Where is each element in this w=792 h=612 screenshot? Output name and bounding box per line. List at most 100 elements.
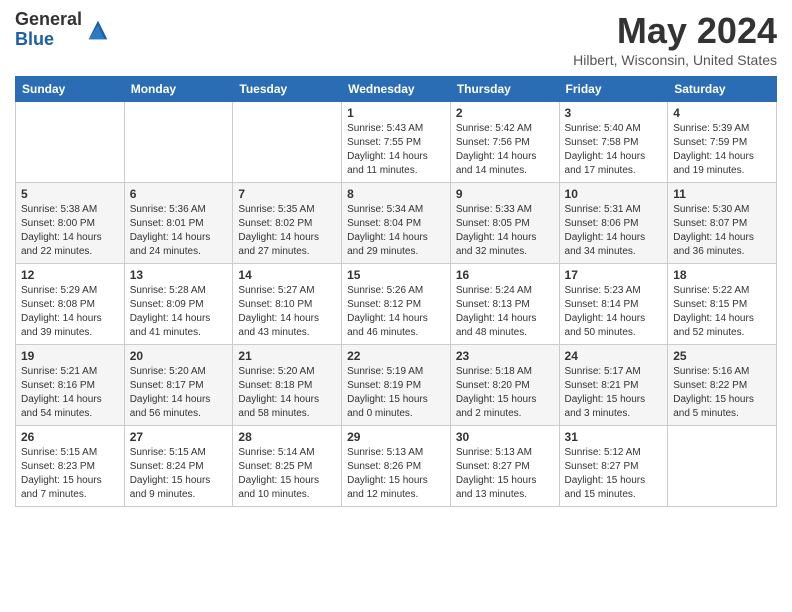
location: Hilbert, Wisconsin, United States: [573, 52, 777, 68]
day-number: 20: [130, 349, 228, 363]
day-number: 27: [130, 430, 228, 444]
day-number: 18: [673, 268, 771, 282]
calendar-cell: 13 Sunrise: 5:28 AM Sunset: 8:09 PM Dayli…: [124, 264, 233, 345]
calendar-body: 1 Sunrise: 5:43 AM Sunset: 7:55 PM Daylig…: [16, 102, 777, 507]
day-info: Sunrise: 5:16 AM Sunset: 8:22 PM Dayligh…: [673, 365, 771, 421]
calendar-header: SundayMondayTuesdayWednesdayThursdayFrid…: [16, 77, 777, 102]
calendar-cell: 14 Sunrise: 5:27 AM Sunset: 8:10 PM Dayli…: [233, 264, 342, 345]
day-info: Sunrise: 5:13 AM Sunset: 8:26 PM Dayligh…: [347, 446, 445, 502]
day-number: 11: [673, 187, 771, 201]
day-info: Sunrise: 5:20 AM Sunset: 8:18 PM Dayligh…: [238, 365, 336, 421]
day-info: Sunrise: 5:43 AM Sunset: 7:55 PM Dayligh…: [347, 122, 445, 178]
calendar-cell: 9 Sunrise: 5:33 AM Sunset: 8:05 PM Daylig…: [450, 183, 559, 264]
day-number: 10: [565, 187, 663, 201]
calendar-cell: 17 Sunrise: 5:23 AM Sunset: 8:14 PM Dayli…: [559, 264, 668, 345]
calendar-table: SundayMondayTuesdayWednesdayThursdayFrid…: [15, 76, 777, 507]
day-info: Sunrise: 5:20 AM Sunset: 8:17 PM Dayligh…: [130, 365, 228, 421]
header-day: Wednesday: [342, 77, 451, 102]
calendar-cell: 6 Sunrise: 5:36 AM Sunset: 8:01 PM Daylig…: [124, 183, 233, 264]
day-info: Sunrise: 5:33 AM Sunset: 8:05 PM Dayligh…: [456, 203, 554, 259]
logo-general: General: [15, 10, 82, 30]
calendar-week-row: 5 Sunrise: 5:38 AM Sunset: 8:00 PM Daylig…: [16, 183, 777, 264]
day-info: Sunrise: 5:34 AM Sunset: 8:04 PM Dayligh…: [347, 203, 445, 259]
calendar-cell: 27 Sunrise: 5:15 AM Sunset: 8:24 PM Dayli…: [124, 426, 233, 507]
day-info: Sunrise: 5:31 AM Sunset: 8:06 PM Dayligh…: [565, 203, 663, 259]
header-day: Friday: [559, 77, 668, 102]
day-info: Sunrise: 5:12 AM Sunset: 8:27 PM Dayligh…: [565, 446, 663, 502]
calendar-cell: 19Sunrise: 5:21 AM Sunset: 8:16 PM Dayli…: [16, 345, 125, 426]
calendar-cell: 28 Sunrise: 5:14 AM Sunset: 8:25 PM Dayli…: [233, 426, 342, 507]
day-number: 3: [565, 106, 663, 120]
page-header: General Blue May 2024 Hilbert, Wisconsin…: [15, 10, 777, 68]
day-number: 28: [238, 430, 336, 444]
day-info: Sunrise: 5:19 AM Sunset: 8:19 PM Dayligh…: [347, 365, 445, 421]
header-day: Thursday: [450, 77, 559, 102]
day-number: 8: [347, 187, 445, 201]
calendar-cell: [668, 426, 777, 507]
day-info: Sunrise: 5:30 AM Sunset: 8:07 PM Dayligh…: [673, 203, 771, 259]
calendar-week-row: 12 Sunrise: 5:29 AM Sunset: 8:08 PM Dayli…: [16, 264, 777, 345]
calendar-cell: 5 Sunrise: 5:38 AM Sunset: 8:00 PM Daylig…: [16, 183, 125, 264]
day-number: 13: [130, 268, 228, 282]
calendar-cell: 23Sunrise: 5:18 AM Sunset: 8:20 PM Dayli…: [450, 345, 559, 426]
day-number: 16: [456, 268, 554, 282]
calendar-cell: 29 Sunrise: 5:13 AM Sunset: 8:26 PM Dayli…: [342, 426, 451, 507]
day-number: 29: [347, 430, 445, 444]
calendar-cell: 20 Sunrise: 5:20 AM Sunset: 8:17 PM Dayli…: [124, 345, 233, 426]
calendar-cell: 22 Sunrise: 5:19 AM Sunset: 8:19 PM Dayli…: [342, 345, 451, 426]
calendar-cell: 24Sunrise: 5:17 AM Sunset: 8:21 PM Dayli…: [559, 345, 668, 426]
calendar-week-row: 26 Sunrise: 5:15 AM Sunset: 8:23 PM Dayli…: [16, 426, 777, 507]
day-number: 4: [673, 106, 771, 120]
calendar-cell: 31 Sunrise: 5:12 AM Sunset: 8:27 PM Dayli…: [559, 426, 668, 507]
day-info: Sunrise: 5:15 AM Sunset: 8:23 PM Dayligh…: [21, 446, 119, 502]
logo: General Blue: [15, 10, 112, 50]
calendar-week-row: 19Sunrise: 5:21 AM Sunset: 8:16 PM Dayli…: [16, 345, 777, 426]
calendar-cell: 21 Sunrise: 5:20 AM Sunset: 8:18 PM Dayli…: [233, 345, 342, 426]
day-number: 6: [130, 187, 228, 201]
calendar-cell: [233, 102, 342, 183]
day-info: Sunrise: 5:27 AM Sunset: 8:10 PM Dayligh…: [238, 284, 336, 340]
calendar-cell: 2 Sunrise: 5:42 AM Sunset: 7:56 PM Daylig…: [450, 102, 559, 183]
day-info: Sunrise: 5:17 AM Sunset: 8:21 PM Dayligh…: [565, 365, 663, 421]
day-number: 21: [238, 349, 336, 363]
day-info: Sunrise: 5:40 AM Sunset: 7:58 PM Dayligh…: [565, 122, 663, 178]
header-day: Monday: [124, 77, 233, 102]
day-number: 12: [21, 268, 119, 282]
day-number: 31: [565, 430, 663, 444]
calendar-week-row: 1 Sunrise: 5:43 AM Sunset: 7:55 PM Daylig…: [16, 102, 777, 183]
day-info: Sunrise: 5:13 AM Sunset: 8:27 PM Dayligh…: [456, 446, 554, 502]
day-info: Sunrise: 5:23 AM Sunset: 8:14 PM Dayligh…: [565, 284, 663, 340]
calendar-cell: 16 Sunrise: 5:24 AM Sunset: 8:13 PM Dayli…: [450, 264, 559, 345]
calendar-cell: 18Sunrise: 5:22 AM Sunset: 8:15 PM Dayli…: [668, 264, 777, 345]
day-number: 22: [347, 349, 445, 363]
day-info: Sunrise: 5:24 AM Sunset: 8:13 PM Dayligh…: [456, 284, 554, 340]
calendar-cell: 4 Sunrise: 5:39 AM Sunset: 7:59 PM Daylig…: [668, 102, 777, 183]
day-info: Sunrise: 5:18 AM Sunset: 8:20 PM Dayligh…: [456, 365, 554, 421]
header-day: Saturday: [668, 77, 777, 102]
day-number: 14: [238, 268, 336, 282]
day-info: Sunrise: 5:14 AM Sunset: 8:25 PM Dayligh…: [238, 446, 336, 502]
day-number: 26: [21, 430, 119, 444]
title-block: May 2024 Hilbert, Wisconsin, United Stat…: [573, 10, 777, 68]
day-number: 5: [21, 187, 119, 201]
day-info: Sunrise: 5:29 AM Sunset: 8:08 PM Dayligh…: [21, 284, 119, 340]
day-info: Sunrise: 5:42 AM Sunset: 7:56 PM Dayligh…: [456, 122, 554, 178]
calendar-cell: 7Sunrise: 5:35 AM Sunset: 8:02 PM Daylig…: [233, 183, 342, 264]
day-number: 17: [565, 268, 663, 282]
day-number: 9: [456, 187, 554, 201]
header-day: Sunday: [16, 77, 125, 102]
month-title: May 2024: [573, 10, 777, 52]
calendar-cell: 3 Sunrise: 5:40 AM Sunset: 7:58 PM Daylig…: [559, 102, 668, 183]
day-info: Sunrise: 5:36 AM Sunset: 8:01 PM Dayligh…: [130, 203, 228, 259]
calendar-cell: 10 Sunrise: 5:31 AM Sunset: 8:06 PM Dayli…: [559, 183, 668, 264]
day-info: Sunrise: 5:38 AM Sunset: 8:00 PM Dayligh…: [21, 203, 119, 259]
day-number: 1: [347, 106, 445, 120]
calendar-cell: 8 Sunrise: 5:34 AM Sunset: 8:04 PM Daylig…: [342, 183, 451, 264]
day-info: Sunrise: 5:28 AM Sunset: 8:09 PM Dayligh…: [130, 284, 228, 340]
calendar-cell: 12 Sunrise: 5:29 AM Sunset: 8:08 PM Dayli…: [16, 264, 125, 345]
day-number: 2: [456, 106, 554, 120]
day-info: Sunrise: 5:15 AM Sunset: 8:24 PM Dayligh…: [130, 446, 228, 502]
day-info: Sunrise: 5:39 AM Sunset: 7:59 PM Dayligh…: [673, 122, 771, 178]
logo-icon: [84, 16, 112, 44]
day-info: Sunrise: 5:21 AM Sunset: 8:16 PM Dayligh…: [21, 365, 119, 421]
